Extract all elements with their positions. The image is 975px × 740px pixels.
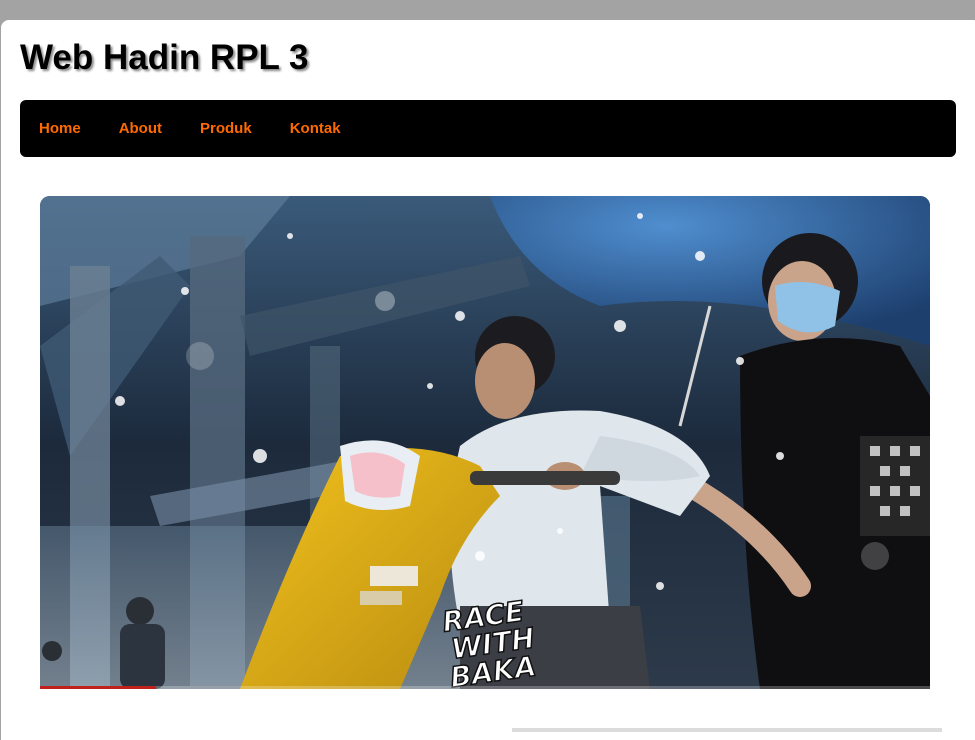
nav-item-about: About [119, 120, 162, 138]
hero-video-frame: RACE WITH BAKA [40, 196, 930, 689]
nav-link-kontak[interactable]: Kontak [290, 120, 341, 137]
nav-link-home[interactable]: Home [39, 120, 81, 137]
video-progress-fill [40, 686, 156, 689]
content-divider [512, 728, 942, 732]
site-title: Web Hadin RPL 3 [20, 38, 309, 77]
nav-item-produk: Produk [200, 120, 252, 138]
nav-item-kontak: Kontak [290, 120, 341, 138]
nav-item-home: Home [39, 120, 81, 138]
video-progress-bar[interactable] [40, 686, 930, 689]
page-container: Web Hadin RPL 3 Home About Produk Kontak [1, 20, 975, 740]
navbar: Home About Produk Kontak [20, 100, 956, 157]
nav-link-about[interactable]: About [119, 120, 162, 137]
nav-list: Home About Produk Kontak [39, 100, 379, 157]
nav-link-produk[interactable]: Produk [200, 120, 252, 137]
hero-video[interactable]: RACE WITH BAKA [40, 196, 930, 689]
